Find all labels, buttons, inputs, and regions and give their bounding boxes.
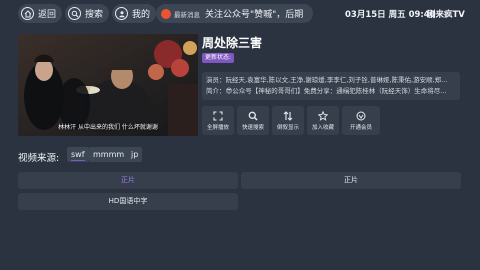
news-ticker[interactable]: 最新消息 关注公众号"赞嘁"，后期 [156,4,313,23]
sort-icon [283,110,293,121]
video-subtitle: 林林汗 从中出来的我们 什么坏就谢谢 [58,124,158,131]
source-mmmm[interactable]: mmmm [89,147,129,162]
back-label: 返回 [38,10,57,20]
search-icon [248,111,258,121]
star-icon [318,110,328,121]
status-badge: 更新状态: [202,53,235,63]
news-icon [161,8,171,19]
quick-search-button[interactable]: 快速搜索 [237,106,269,135]
search-button[interactable]: 搜索 [65,4,110,23]
news-text: 关注公众号"赞嘁"，后期 [205,10,304,20]
home-icon [21,7,34,20]
top-bar: 返回 搜索 我的 最新消息 关注公众号"赞嘁"，后期 03月15日 周五 09:… [0,0,480,28]
reverse-order-button[interactable]: 倒叙显示 [272,106,304,135]
clock: 03月15日 周五 09:40 [345,10,436,20]
cast-line: 演员：阮经天,袁富华,陈以文,王净,谢琼煖,李李仁,刘子铨,普琳娅,陈秉佑,游安… [206,76,448,84]
mine-label: 我的 [132,10,151,20]
fullscreen-button[interactable]: 全屏播放 [202,106,234,135]
vip-label: 开通会员 [349,124,372,131]
favorite-button[interactable]: 加入收藏 [307,106,339,135]
reverse-order-label: 倒叙显示 [276,124,299,131]
source-label: 视频来源: [18,153,60,164]
user-icon [115,7,128,20]
episode-item[interactable]: 正片 [241,172,461,189]
video-player[interactable]: 林林汗 从中出来的我们 什么坏就谢谢 [18,34,198,136]
info-panel: 演员：阮经天,袁富华,陈以文,王净,谢琼煖,李李仁,刘子铨,普琳娅,陈秉佑,游安… [202,72,460,100]
page-title: 周处除三害 [202,36,263,50]
search-label: 搜索 [85,10,104,20]
video-frame [18,34,198,136]
mine-button[interactable]: 我的 [112,4,157,23]
brand-name: 剧来疯TV [427,10,465,20]
source-jp[interactable]: jp [127,147,143,162]
back-button[interactable]: 返回 [18,4,63,23]
action-bar: 全屏播放 快速搜索 倒叙显示 加入收藏 开通会员 [202,106,380,135]
vip-button[interactable]: 开通会员 [342,106,380,135]
news-tag: 最新消息 [174,10,200,19]
quick-search-label: 快速搜索 [241,124,264,131]
intro-line: 简介：😎公众号【神秘的哥哥们】免费分享：通缉犯陈桂林（阮经天饰）生命将尽... [206,87,447,95]
fullscreen-icon [213,110,223,121]
favorite-label: 加入收藏 [311,124,334,131]
source-swf[interactable]: swf [67,147,89,162]
search-icon [68,7,81,20]
episode-item[interactable]: 正片 [18,172,238,189]
vip-icon [356,111,366,120]
fullscreen-label: 全屏播放 [206,124,229,131]
episode-item[interactable]: HD国语中字 [18,193,238,210]
